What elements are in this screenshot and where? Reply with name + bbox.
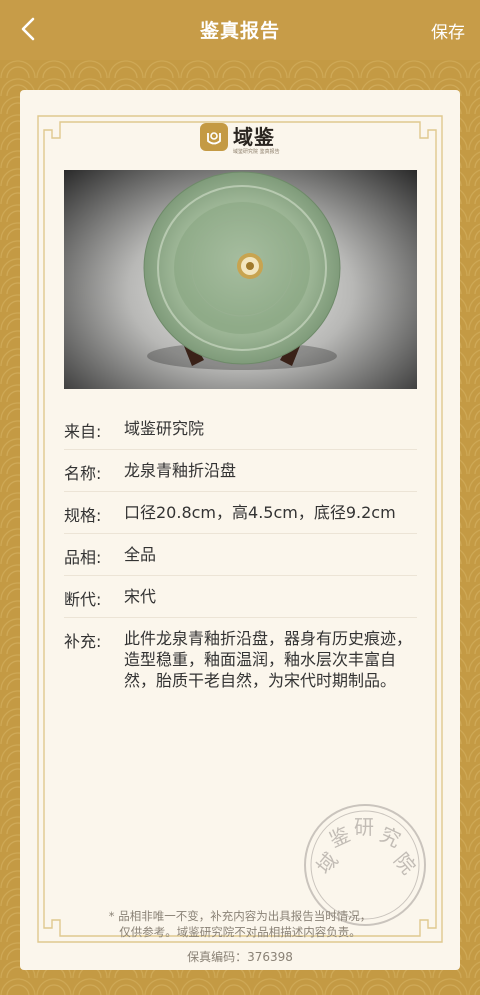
row-label: 名称: <box>64 464 102 483</box>
brand-tagline: 域鉴研究院 鉴真报告 <box>233 149 280 155</box>
row-label: 断代: <box>64 590 102 609</box>
row-label: 品相: <box>64 548 102 567</box>
info-row-note: 补充: 此件龙泉青釉折沿盘，器身有历史痕迹，造型稳重，釉面温润，釉水层次丰富自然… <box>64 618 417 701</box>
logo-badge-icon <box>200 123 228 151</box>
brand-name: 域鉴 <box>233 125 275 149</box>
row-label: 规格: <box>64 506 102 525</box>
row-value: 口径20.8cm，高4.5cm，底径9.2cm <box>124 503 396 522</box>
svg-text:研: 研 <box>354 815 374 839</box>
disclaimer-line-2: 仅供参考。域鉴研究院不对品相描述内容负责。 <box>119 925 361 939</box>
svg-text:究: 究 <box>376 822 404 852</box>
page-title: 鉴真报告 <box>199 20 280 42</box>
info-list: 来自: 域鉴研究院 名称: 龙泉青釉折沿盘 规格: 口径20.8cm，高4.5c… <box>64 408 417 701</box>
info-row-name: 名称: 龙泉青釉折沿盘 <box>64 450 417 492</box>
row-value: 此件龙泉青釉折沿盘，器身有历史痕迹，造型稳重，釉面温润，釉水层次丰富自然，胎质干… <box>124 629 413 690</box>
certificate-card: 域鉴 域鉴研究院 鉴真报告 来自: 域鉴研究院 名称: 龙泉青釉折沿盘 规格: … <box>20 90 460 970</box>
svg-text:院: 院 <box>389 848 420 879</box>
info-row-condition: 品相: 全品 <box>64 534 417 576</box>
row-label: 来自: <box>64 422 102 441</box>
disclaimer-line-1: * 品相非唯一不变，补充内容为出具报告当时情况， <box>108 909 372 923</box>
info-row-spec: 规格: 口径20.8cm，高4.5cm，底径9.2cm <box>64 492 417 534</box>
artifact-photo <box>64 170 417 389</box>
row-label: 补充: <box>64 632 102 651</box>
top-bar: 鉴真报告 保存 <box>0 0 480 60</box>
info-row-source: 来自: 域鉴研究院 <box>64 408 417 450</box>
svg-text:域: 域 <box>312 848 343 879</box>
row-value: 全品 <box>124 545 157 564</box>
save-button[interactable]: 保存 <box>431 18 465 43</box>
disclaimer-note: * 品相非唯一不变，补充内容为出具报告当时情况， 仅供参考。域鉴研究院不对品相描… <box>20 908 460 940</box>
brand-logo: 域鉴 域鉴研究院 鉴真报告 <box>200 121 282 157</box>
info-row-dynasty: 断代: 宋代 <box>64 576 417 618</box>
row-value: 宋代 <box>124 587 157 606</box>
row-value: 龙泉青釉折沿盘 <box>124 461 237 480</box>
svg-text:鉴: 鉴 <box>325 822 353 852</box>
authenticity-code: 保真编码：376398 <box>187 950 293 964</box>
row-value: 域鉴研究院 <box>124 419 205 438</box>
